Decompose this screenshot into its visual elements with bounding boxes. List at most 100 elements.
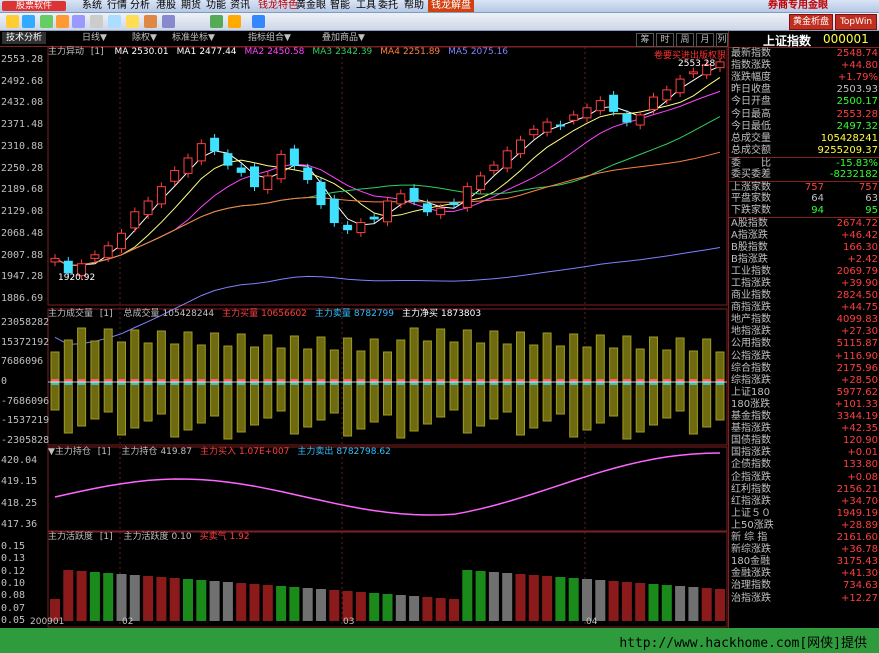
home-icon[interactable] [228, 15, 241, 28]
quote-row-10[interactable]: 委买委差 -8232182 [729, 169, 879, 181]
menu-item-0[interactable]: 系统 [82, 0, 102, 12]
quote-row-6[interactable]: 今日最低 2497.32 [729, 121, 879, 133]
candle-body-17 [276, 153, 286, 180]
quote-row-23[interactable]: 地指涨跌 +27.30 [729, 326, 879, 338]
refresh-icon[interactable] [210, 15, 223, 28]
quote-row-0[interactable]: 最新指数 2548.74 [729, 48, 879, 60]
quote-row-12[interactable]: 平盘家数 64 63 [729, 193, 879, 205]
quote-row-35[interactable]: 企指涨跌 +0.08 [729, 472, 879, 484]
quote-row-27[interactable]: 综指涨跌 +28.50 [729, 375, 879, 387]
list-icon[interactable] [56, 15, 69, 28]
quote-row-3[interactable]: 昨日收盘 2503.93 [729, 84, 879, 96]
quote-row-28[interactable]: 上证180 5977.62 [729, 387, 879, 399]
quote-row-5[interactable]: 今日最高 2553.28 [729, 109, 879, 121]
main-panel-title[interactable]: 主力异动 [48, 47, 84, 57]
quote-row-18[interactable]: 工业指数 2069.79 [729, 266, 879, 278]
period-tab-1[interactable]: 时 [656, 33, 674, 47]
quote-row-36[interactable]: 红利指数 2156.21 [729, 484, 879, 496]
quote-row-25[interactable]: 公指涨跌 +116.90 [729, 351, 879, 363]
index-name[interactable]: 上证指数 [763, 32, 811, 49]
quote-row-45[interactable]: 治指涨跌 +12.27 [729, 593, 879, 605]
activity-panel-title[interactable]: 主力活跃度 [48, 532, 93, 542]
menu-item-10[interactable]: 工具 [356, 0, 376, 12]
zoom-out-icon[interactable] [22, 15, 35, 28]
gold-analysis-button[interactable]: 黄金析盘 [789, 14, 833, 30]
menu-item-9[interactable]: 智能 [330, 0, 350, 12]
quote-row-1[interactable]: 指数涨跌 +44.80 [729, 60, 879, 72]
quote-row-13[interactable]: 下跌家数 94 95 [729, 205, 879, 217]
menu-item-12[interactable]: 帮助 [404, 0, 424, 12]
quote-row-20[interactable]: 商业指数 2824.50 [729, 290, 879, 302]
volume-bar-up-41 [595, 334, 605, 383]
quote-row-38[interactable]: 上证５０ 1949.19 [729, 508, 879, 520]
quote-row-30[interactable]: 基金指数 3344.19 [729, 411, 879, 423]
tab-coordinate[interactable]: 标准坐标▼ [172, 32, 215, 44]
quote-row-43[interactable]: 金融涨跌 +41.30 [729, 568, 879, 580]
quote-row-31[interactable]: 基指涨跌 +42.35 [729, 423, 879, 435]
menu-item-7[interactable]: 钱龙特色 [258, 0, 298, 12]
quote-row-39[interactable]: 上50涨跌 +28.89 [729, 520, 879, 532]
chart-icon[interactable] [40, 15, 53, 28]
quote-row-34[interactable]: 企债指数 133.80 [729, 459, 879, 471]
quote-row-17[interactable]: B指涨跌 +2.42 [729, 254, 879, 266]
print-icon[interactable] [90, 15, 103, 28]
zoom-in-icon[interactable] [6, 15, 19, 28]
quote-row-24[interactable]: 公用指数 5115.87 [729, 338, 879, 350]
pos-item-name-0: 主力持仓 [121, 447, 158, 457]
quote-row-15[interactable]: A指涨跌 +46.42 [729, 230, 879, 242]
quote-row-22[interactable]: 地产指数 4099.83 [729, 314, 879, 326]
quote-row-4[interactable]: 今日开盘 2500.17 [729, 96, 879, 108]
tab-exright[interactable]: 除权▼ [132, 32, 157, 44]
chart-area[interactable]: 主力异动 [1] MA 2530.01 MA1 2477.44 MA2 2450.58 MA… [0, 47, 728, 628]
quote-row-19[interactable]: 工指涨跌 +39.90 [729, 278, 879, 290]
topwin-button[interactable]: TopWin [835, 14, 877, 30]
volume-bar-up-34 [502, 343, 512, 383]
position-panel-title[interactable]: ▼主力持仓 [48, 447, 91, 457]
quote-row-9[interactable]: 委 比 -15.83% [729, 156, 879, 170]
quote-row-14[interactable]: A股指数 2674.72 [729, 217, 879, 230]
period-tab-3[interactable]: 月 [696, 33, 714, 47]
period-tab-2[interactable]: 周 [676, 33, 694, 47]
grid-icon[interactable] [72, 15, 85, 28]
tab-daily[interactable]: 日线▼ [82, 32, 107, 44]
tab-indicator-set[interactable]: 指标组合▼ [248, 32, 291, 44]
menu-item-11[interactable]: 委托 [378, 0, 398, 12]
help-icon[interactable] [252, 15, 265, 28]
quote-row-41[interactable]: 新综涨跌 +36.78 [729, 544, 879, 556]
main-panel-header: 主力异动 [1] MA 2530.01 MA1 2477.44 MA2 2450.58 MA… [48, 47, 508, 58]
menu-item-4[interactable]: 期货 [181, 0, 201, 12]
menu-item-6[interactable]: 资讯 [230, 0, 250, 12]
volume-sell-mark-45 [649, 382, 658, 385]
menu-item-8[interactable]: 黄金眼 [296, 0, 326, 12]
quote-row-32[interactable]: 国债指数 120.90 [729, 435, 879, 447]
quote-row-29[interactable]: 180涨跌 +101.33 [729, 399, 879, 411]
volume-panel-title[interactable]: 主力成交量 [48, 309, 93, 319]
quote-row-40[interactable]: 新 综 指 2161.60 [729, 532, 879, 544]
menu-item-1[interactable]: 行情 [107, 0, 127, 12]
quote-row-37[interactable]: 红指涨跌 +34.70 [729, 496, 879, 508]
quote-row-16[interactable]: B股指数 166.30 [729, 242, 879, 254]
menu-item-3[interactable]: 港股 [156, 0, 176, 12]
period-tab-0[interactable]: 筹 [636, 33, 654, 47]
f10-icon[interactable] [144, 15, 157, 28]
quote-row-33[interactable]: 国指涨跌 +0.01 [729, 447, 879, 459]
tab-technical-analysis[interactable]: 技术分析 [2, 32, 46, 44]
app-logo[interactable]: 股票软件 [2, 1, 66, 11]
quote-row-44[interactable]: 治理指数 734.63 [729, 580, 879, 592]
info-icon[interactable] [126, 15, 139, 28]
menu-right-label[interactable]: 券商专用金眼 [768, 0, 828, 12]
quote-row-21[interactable]: 商指涨跌 +44.75 [729, 302, 879, 314]
news-icon[interactable] [162, 15, 175, 28]
period-tab-4[interactable]: 列 [716, 33, 728, 47]
quote-row-2[interactable]: 涨跌幅度 +1.79% [729, 72, 879, 84]
tab-overlay[interactable]: 叠加商品▼ [322, 32, 365, 44]
quote-row-7[interactable]: 总成交量 105428241 [729, 133, 879, 145]
quote-row-26[interactable]: 综合指数 2175.96 [729, 363, 879, 375]
quote-row-42[interactable]: 180金融 3175.43 [729, 556, 879, 568]
menu-item-5[interactable]: 功能 [206, 0, 226, 12]
menu-item-2[interactable]: 分析 [130, 0, 150, 12]
menu-highlight[interactable]: 钱龙解盘 [428, 0, 474, 12]
quote-row-8[interactable]: 总成交额 9255209.37 [729, 145, 879, 157]
volume-bar-up-1 [63, 339, 73, 383]
search-icon[interactable] [108, 15, 121, 28]
